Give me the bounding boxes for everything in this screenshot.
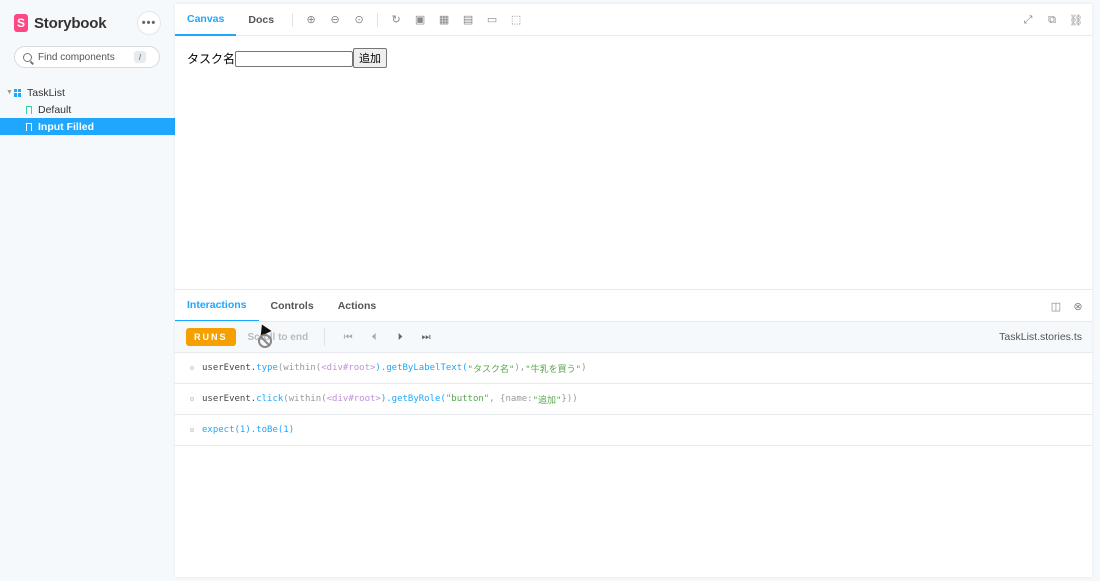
not-allowed-icon <box>258 334 272 348</box>
search-shortcut: / <box>134 51 146 63</box>
panel-orientation-icon[interactable]: ◫ <box>1048 296 1064 316</box>
bookmark-icon <box>26 122 32 131</box>
storybook-brand[interactable]: S Storybook <box>14 13 107 33</box>
log-key: name: <box>505 394 533 404</box>
copy-link-icon[interactable]: ⛓ <box>1064 8 1088 32</box>
divider <box>324 328 326 346</box>
log-punct: (within( <box>283 394 327 404</box>
sidebar: S Storybook ••• / ▼ TaskList Default Inp… <box>0 0 175 581</box>
chevron-down-icon: ▼ <box>6 89 13 96</box>
outline-icon[interactable]: ⬚ <box>504 8 528 32</box>
log-string: "追加" <box>532 395 562 406</box>
tab-interactions[interactable]: Interactions <box>175 290 259 322</box>
go-to-end-icon[interactable]: ⏭ <box>413 332 439 343</box>
fullscreen-icon[interactable]: ⤢ <box>1016 8 1040 32</box>
log-punct: , { <box>489 394 506 404</box>
status-dot-icon <box>190 428 194 432</box>
addon-panel-tabs: Interactions Controls Actions ◫ ⊗ <box>175 289 1092 322</box>
search-box[interactable]: / <box>14 46 160 68</box>
tree-item-label: TaskList <box>27 86 65 99</box>
log-string: "牛乳を買う" <box>525 364 582 375</box>
grid-icon[interactable]: ▦ <box>432 8 456 32</box>
status-dot-icon <box>190 366 194 370</box>
interaction-log-row[interactable]: userEvent. type (within(<div#root>).getByL… <box>175 353 1092 384</box>
task-name-input[interactable] <box>235 51 354 67</box>
component-icon <box>14 88 22 97</box>
log-element: <div#root> <box>326 394 381 404</box>
task-name-label: タスク名 <box>187 52 236 66</box>
status-dot-icon <box>190 397 194 401</box>
tab-canvas[interactable]: Canvas <box>175 4 237 36</box>
log-punct: (within( <box>277 363 322 373</box>
reload-icon[interactable]: ↻ <box>384 8 408 32</box>
log-function: click <box>256 394 284 404</box>
add-button[interactable]: 追加 <box>353 48 388 68</box>
search-icon <box>23 52 32 62</box>
sidebar-menu-button[interactable]: ••• <box>138 12 160 34</box>
scroll-to-end-button[interactable]: Scroll to end <box>248 332 309 343</box>
log-element: <div#root> <box>321 363 376 373</box>
log-string: "button" <box>445 394 490 404</box>
go-to-start-icon[interactable]: ⏮ <box>335 332 361 343</box>
viewport-icon[interactable]: ▭ <box>480 8 504 32</box>
log-function: type <box>256 363 278 373</box>
background-icon[interactable]: ▤ <box>456 8 480 32</box>
tree-item-tasklist[interactable]: ▼ TaskList <box>0 84 175 101</box>
bookmark-icon <box>26 105 32 114</box>
step-back-icon[interactable]: ⏴ <box>361 332 387 343</box>
close-icon[interactable]: ⊗ <box>1070 296 1086 316</box>
search-input[interactable] <box>38 51 134 63</box>
log-object: userEvent. <box>202 394 257 404</box>
divider <box>292 12 294 27</box>
tab-controls[interactable]: Controls <box>259 290 326 322</box>
tree-item-default[interactable]: Default <box>0 101 175 118</box>
zoom-reset-icon[interactable]: ⊙ <box>347 8 371 32</box>
log-query: ).getByRole( <box>380 394 446 404</box>
interactions-controls: RUNS Scroll to end ⏮ ⏴ ⏵ ⏭ TaskList.stor… <box>175 321 1092 353</box>
main-panel: Canvas Docs ⊕ ⊖ ⊙ ↻ ▣ ▦ ▤ ▭ ⬚ ⤢ ⧉ ⛓ タスク名… <box>175 4 1092 577</box>
open-new-tab-icon[interactable]: ⧉ <box>1040 8 1064 32</box>
tree-item-label: Input Filled <box>38 120 94 133</box>
zoom-in-icon[interactable]: ⊕ <box>299 8 323 32</box>
preview-toolbar: Canvas Docs ⊕ ⊖ ⊙ ↻ ▣ ▦ ▤ ▭ ⬚ ⤢ ⧉ ⛓ <box>175 4 1092 36</box>
log-punct: ), <box>514 363 526 373</box>
tree-item-input-filled[interactable]: Input Filled <box>0 118 175 135</box>
log-expression: expect(1).toBe(1) <box>202 425 295 435</box>
divider <box>377 12 379 27</box>
log-object: userEvent. <box>202 363 257 373</box>
tree-item-label: Default <box>38 103 72 116</box>
brand-name: Storybook <box>34 14 107 32</box>
story-tree: ▼ TaskList Default Input Filled <box>0 84 175 135</box>
interaction-log-row[interactable]: userEvent. click (within(<div#root>).getBy… <box>175 384 1092 415</box>
tab-actions[interactable]: Actions <box>326 290 389 322</box>
story-canvas: タスク名 追加 <box>175 36 1092 289</box>
interaction-log-row[interactable]: expect(1).toBe(1) <box>175 415 1092 446</box>
log-string: "タスク名" <box>467 364 515 375</box>
image-icon[interactable]: ▣ <box>408 8 432 32</box>
log-query: ).getByLabelText( <box>375 363 468 373</box>
storybook-logo: S <box>14 14 28 32</box>
log-punct: })) <box>561 394 578 404</box>
story-filename: TaskList.stories.ts <box>999 331 1082 343</box>
tab-docs[interactable]: Docs <box>236 4 286 36</box>
zoom-out-icon[interactable]: ⊖ <box>323 8 347 32</box>
runs-status-badge: RUNS <box>186 328 236 346</box>
log-punct: ) <box>581 363 587 373</box>
step-forward-icon[interactable]: ⏵ <box>387 332 413 343</box>
